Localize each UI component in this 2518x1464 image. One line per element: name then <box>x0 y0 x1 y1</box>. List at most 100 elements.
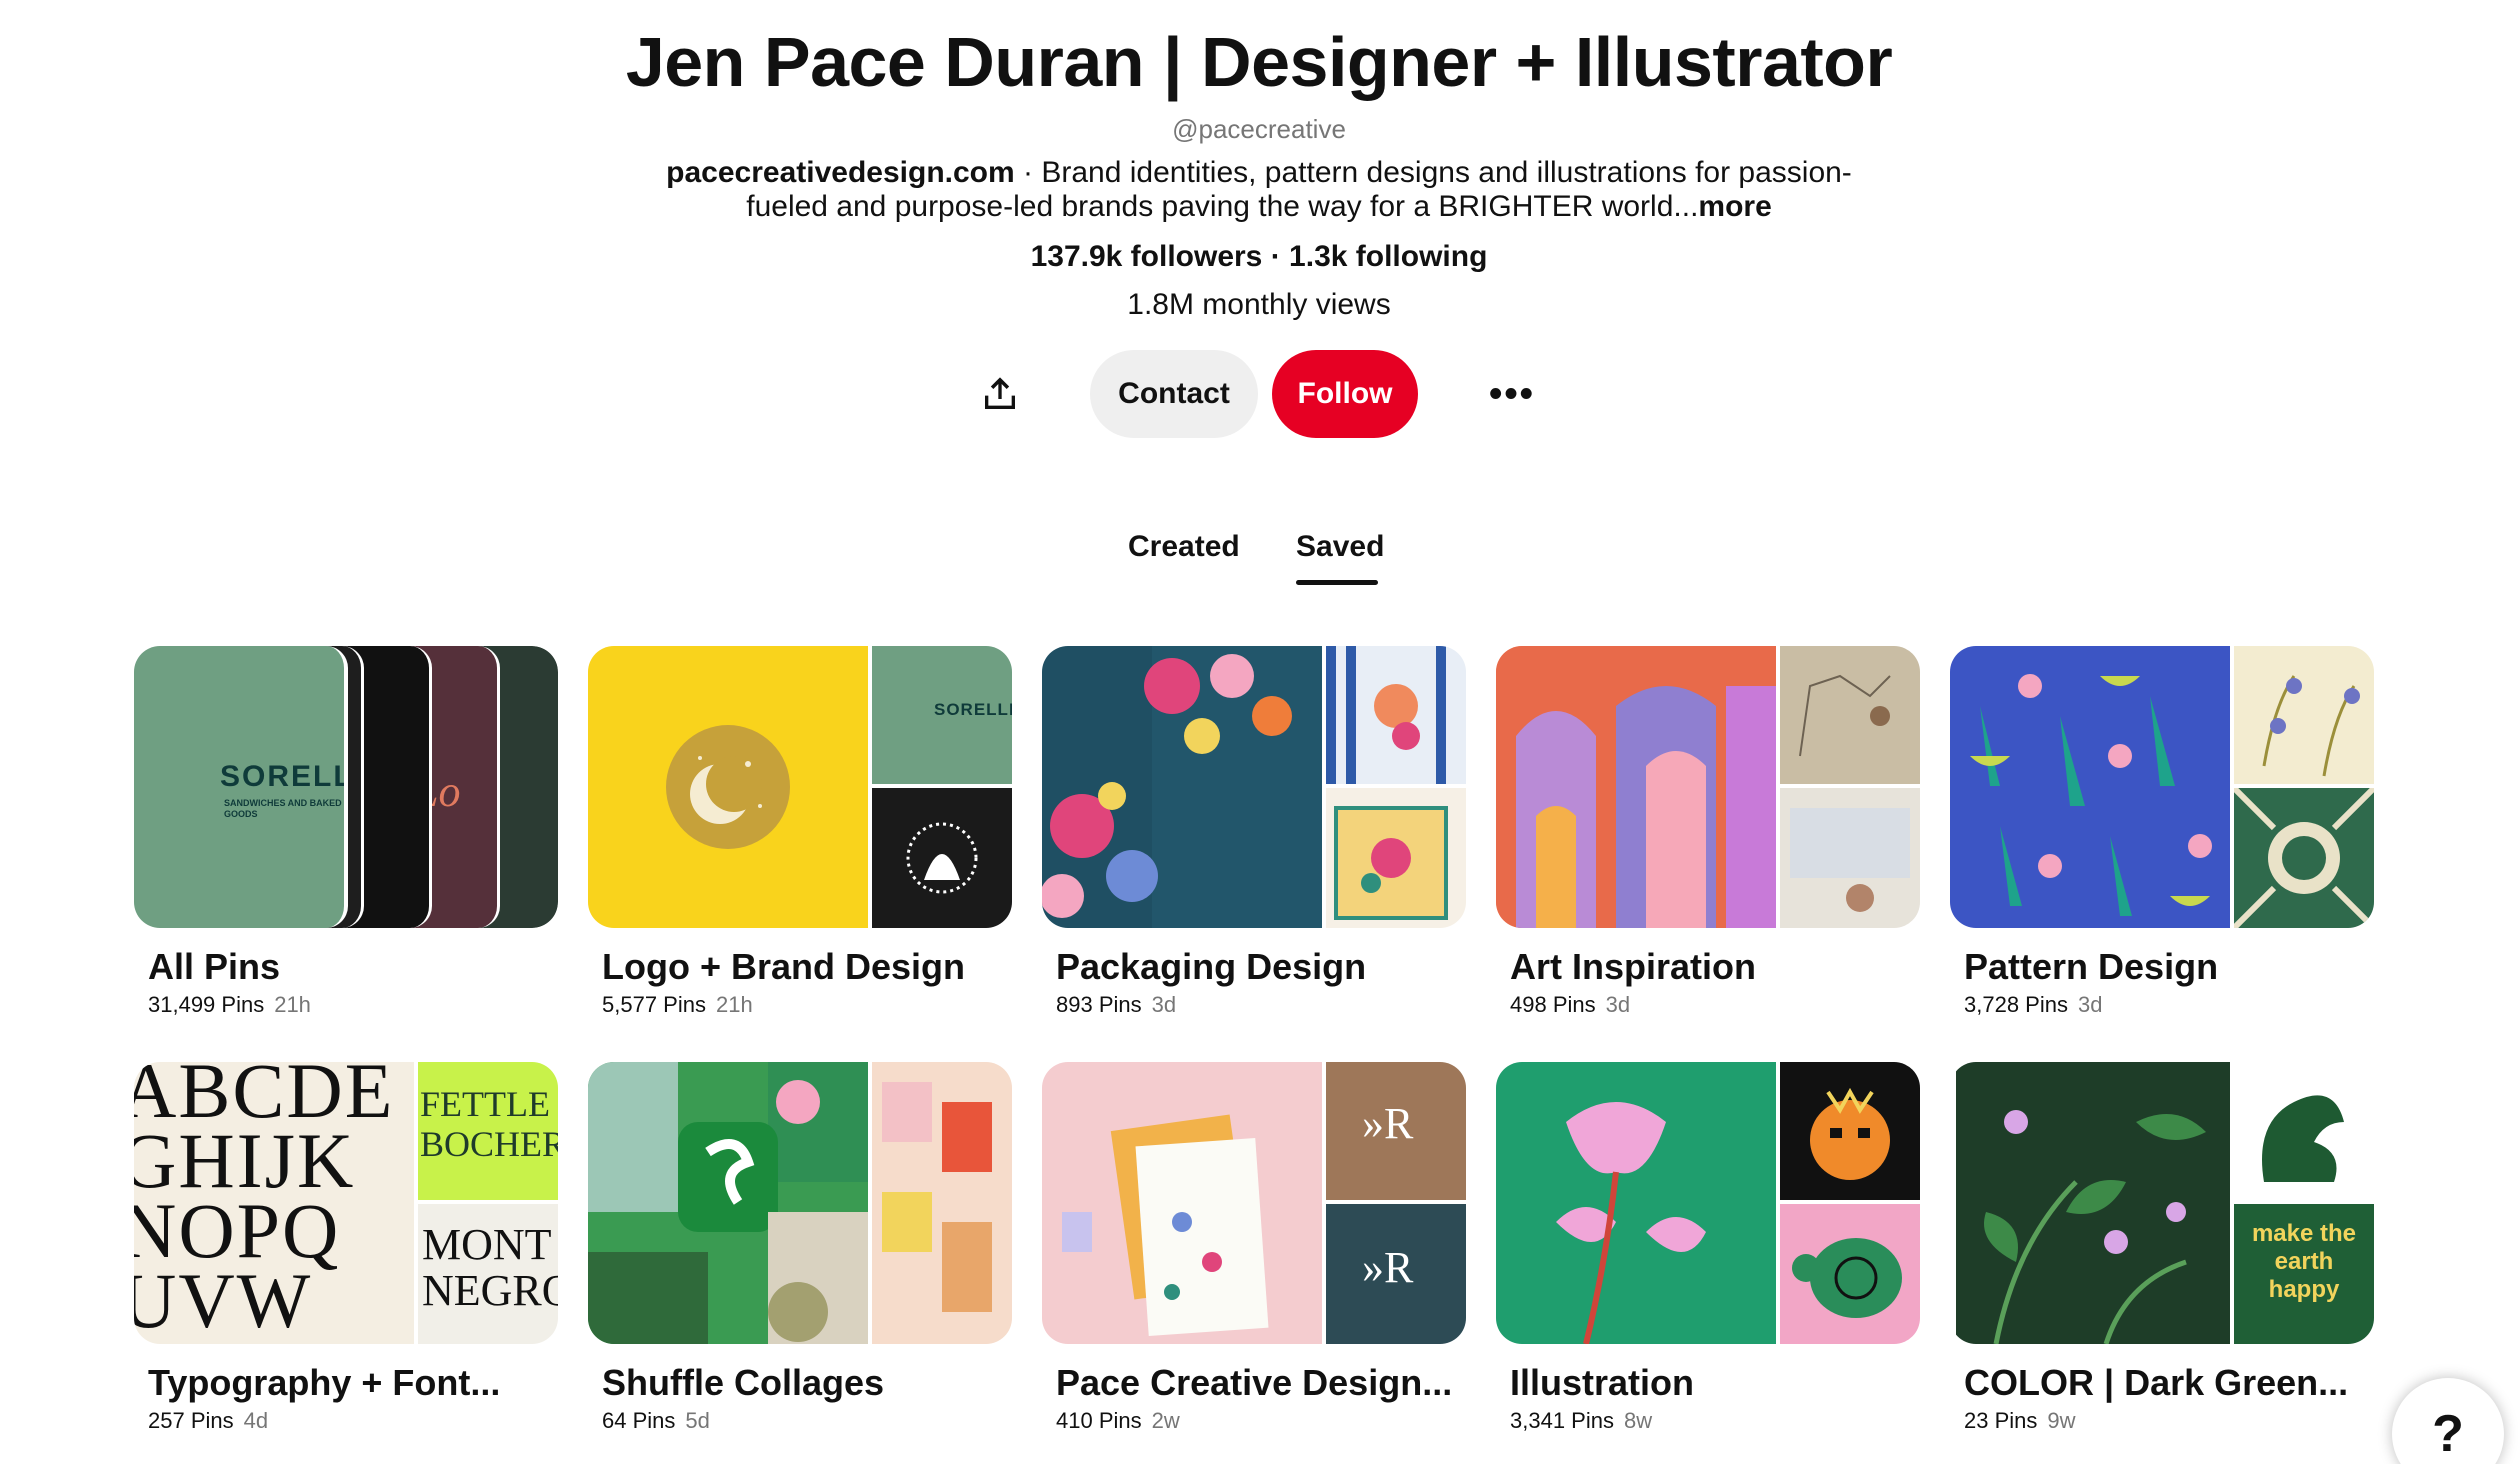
font-sample: FETTLE <box>420 1084 550 1124</box>
tab-created[interactable]: Created <box>1128 530 1240 564</box>
board-title: Logo + Brand Design <box>602 946 966 987</box>
board-title: Art Inspiration <box>1510 946 1757 987</box>
cover-tile: ABCDE GHIJK NOPQ UVW <box>134 1062 414 1344</box>
cover-tile <box>1042 646 1322 928</box>
pin-count: 5,577 Pins <box>602 992 706 1017</box>
board-cover: Lo SORELLE SANDWICHES AND BAKED GOODS <box>134 646 558 928</box>
specimen-line: NOPQ <box>134 1187 341 1274</box>
board-cover <box>588 1062 1012 1344</box>
board-meta: 5,577 Pins 21h <box>602 992 753 1018</box>
cover-tile: make the earth happy <box>2234 1204 2374 1344</box>
cover-tile: »R <box>1326 1062 1466 1200</box>
cover-tile: »R <box>1326 1204 1466 1344</box>
follow-button[interactable]: Follow <box>1272 350 1418 438</box>
follow-stats: 137.9k followers · 1.3k following <box>0 240 2518 274</box>
cover-tile <box>588 1062 868 1344</box>
shell-logo-image <box>906 822 978 894</box>
dragon-mark-image <box>2262 1095 2344 1182</box>
profile-actions: Contact Follow ••• <box>0 350 2518 438</box>
cover-tile <box>1496 646 1776 928</box>
pin-count: 257 Pins <box>148 1408 234 1433</box>
monogram-r: »R <box>1362 1243 1414 1292</box>
pin-count: 3,341 Pins <box>1510 1408 1614 1433</box>
cover-tile <box>1780 788 1920 928</box>
share-button[interactable] <box>956 350 1044 438</box>
turtle-illustration-image <box>1792 1238 1902 1318</box>
cover-tile <box>1042 1062 1322 1344</box>
tab-saved[interactable]: Saved <box>1296 530 1384 564</box>
board-cover <box>1496 1062 1920 1344</box>
following-count[interactable]: 1.3k following <box>1289 240 1487 273</box>
help-button[interactable]: ? <box>2392 1378 2504 1464</box>
cover-tile: SORELLE <box>872 646 1012 784</box>
pin-count: 410 Pins <box>1056 1408 1142 1433</box>
bio-more-link[interactable]: more <box>1698 190 1771 223</box>
board-title: Packaging Design <box>1056 946 1367 987</box>
more-options-button[interactable]: ••• <box>1468 350 1556 438</box>
abstract-painting-image <box>1496 646 1776 928</box>
profile-tabs: Created Saved <box>0 530 2518 590</box>
board-meta: 3,728 Pins 3d <box>1964 992 2102 1018</box>
cover-tile <box>588 646 868 928</box>
updated-age: 3d <box>2077 992 2103 1017</box>
botanical-pattern-image <box>1970 674 2212 916</box>
cover-tile <box>872 1062 1012 1344</box>
contact-button[interactable]: Contact <box>1090 350 1258 438</box>
cover-tile <box>1496 1062 1776 1344</box>
board-title: Pace Creative Design... <box>1056 1362 1453 1403</box>
updated-age: 21h <box>715 992 753 1017</box>
board-meta: 498 Pins 3d <box>1510 992 1630 1018</box>
cover-tile <box>1950 646 2230 928</box>
pin-count: 893 Pins <box>1056 992 1142 1017</box>
cover-tile <box>2234 646 2374 784</box>
board-cover <box>1950 646 2374 928</box>
monthly-views: 1.8M monthly views <box>1127 288 1391 321</box>
stationery-image <box>1062 1114 1269 1336</box>
board-title: Typography + Font... <box>148 1362 501 1403</box>
board-meta: 64 Pins 5d <box>602 1408 710 1434</box>
board-title: COLOR | Dark Green... <box>1964 1362 2349 1403</box>
active-tab-indicator <box>1296 580 1378 585</box>
cover-tile <box>1326 788 1466 928</box>
tiger-illustration-image <box>1810 1087 1890 1180</box>
profile-name: Jen Pace Duran | Designer + Illustrator <box>625 23 1893 101</box>
moon-logo-image <box>666 725 790 849</box>
monogram-r: »R <box>1362 1099 1414 1148</box>
share-icon <box>985 377 1015 409</box>
stats-separator: · <box>1262 240 1290 273</box>
updated-age: 2w <box>1151 1408 1180 1433</box>
cover-tile <box>872 788 1012 928</box>
board-meta: 410 Pins 2w <box>1056 1408 1180 1434</box>
bio-text-1: · Brand identities, pattern designs and … <box>1014 156 1852 189</box>
board-cover <box>1042 646 1466 928</box>
website-link[interactable]: pacecreativedesign.com <box>666 156 1015 189</box>
board-meta: 23 Pins 9w <box>1964 1408 2076 1434</box>
make-earth-happy-text: make the earth happy <box>2251 1220 2357 1303</box>
striped-package-image <box>1326 646 1446 784</box>
box-package-image <box>1334 806 1448 920</box>
updated-age: 5d <box>685 1408 710 1433</box>
cover-tile <box>1780 1204 1920 1344</box>
updated-age: 3d <box>1605 992 1631 1017</box>
profile-handle: @pacecreative <box>1172 114 1346 144</box>
sketch-wall-image <box>1799 674 1891 757</box>
board-cover: make the earth happy <box>1950 1062 2374 1344</box>
board-title: Shuffle Collages <box>602 1362 885 1403</box>
cover-tile <box>1956 1062 2230 1344</box>
updated-age: 4d <box>243 1408 269 1433</box>
board-meta: 893 Pins 3d <box>1056 992 1176 1018</box>
board-meta: 31,499 Pins 21h <box>148 992 311 1018</box>
bluebell-pattern-image <box>2262 675 2360 777</box>
font-sample: BOCHER <box>420 1124 558 1164</box>
updated-age: 3d <box>1151 992 1177 1017</box>
cover-tile: SORELLE SANDWICHES AND BAKED GOODS <box>134 646 348 928</box>
updated-age: 9w <box>2047 1408 2076 1433</box>
moodboard-image <box>882 1082 992 1312</box>
floral-packaging-image <box>1042 646 1322 928</box>
board-title: Pattern Design <box>1964 946 2219 987</box>
board-cover <box>1496 646 1920 928</box>
sorelle-logo-text: SORELLE <box>220 760 344 793</box>
pin-count: 23 Pins <box>1964 1408 2038 1433</box>
followers-count[interactable]: 137.9k followers <box>1031 240 1263 273</box>
updated-age: 21h <box>274 992 311 1017</box>
